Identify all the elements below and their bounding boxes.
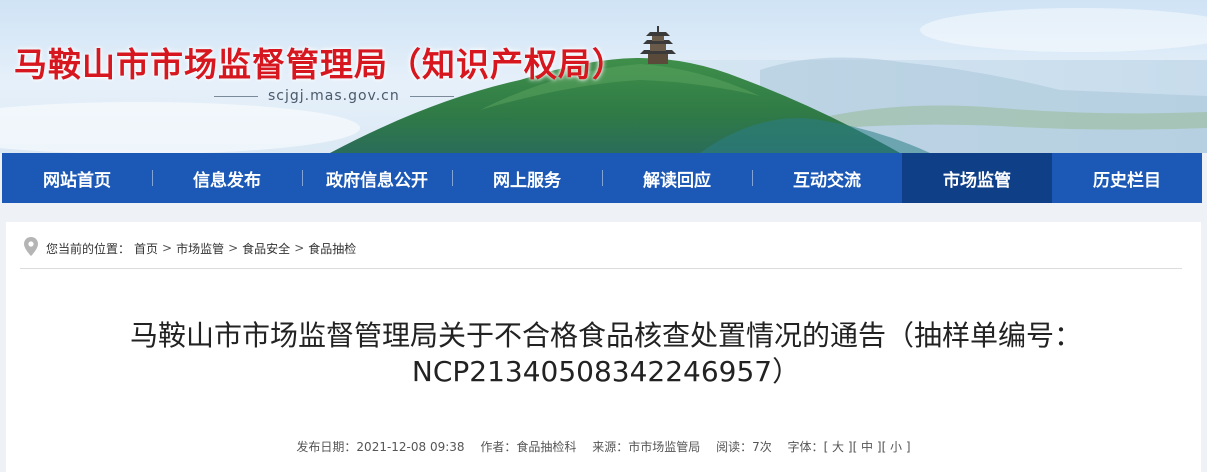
nav-item-market-supervision[interactable]: 市场监管 [902, 153, 1052, 203]
font-size-controls: 字体：[ 大 ][ 中 ][ 小 ] [788, 440, 911, 454]
font-size-large-button[interactable]: [ 大 ] [824, 440, 853, 454]
article-meta: 发布日期：2021-12-08 09:38 作者：食品抽检科 来源：市市场监管局… [6, 438, 1201, 455]
nav-item-history[interactable]: 历史栏目 [1052, 153, 1202, 203]
breadcrumb-separator: > [228, 241, 239, 255]
font-size-small-button[interactable]: [ 小 ] [882, 440, 911, 454]
divider [20, 268, 1182, 269]
nav-item-interpretation[interactable]: 解读回应 [602, 153, 752, 203]
nav-item-online-service[interactable]: 网上服务 [452, 153, 602, 203]
main-nav: 网站首页 信息发布 政府信息公开 网上服务 解读回应 互动交流 市场监管 历史栏… [2, 153, 1202, 203]
article-title-line2: NCP21340508342246957） [411, 355, 801, 388]
breadcrumb: 您当前的位置： 首页 > 市场监管 > 食品安全 > 食品抽检 [24, 236, 356, 260]
divider [214, 95, 258, 97]
nav-item-news[interactable]: 信息发布 [152, 153, 302, 203]
breadcrumb-food-safety[interactable]: 食品安全 [242, 240, 290, 257]
font-size-label: 字体： [787, 440, 824, 454]
breadcrumb-separator: > [294, 241, 305, 255]
nav-item-interaction[interactable]: 互动交流 [752, 153, 902, 203]
site-title: 马鞍山市市场监督管理局（知识产权局） [14, 45, 626, 84]
breadcrumb-separator: > [162, 241, 173, 255]
article-title-line1: 马鞍山市市场监督管理局关于不合格食品核查处置情况的通告（抽样单编号： [129, 319, 1082, 352]
source: 来源：市市场监管局 [592, 440, 701, 454]
header-banner: 马鞍山市市场监督管理局（知识产权局） scjgj.mas.gov.cn [0, 0, 1207, 153]
site-domain: scjgj.mas.gov.cn [268, 88, 400, 104]
site-domain-row: scjgj.mas.gov.cn [214, 88, 454, 104]
nav-item-home[interactable]: 网站首页 [2, 153, 152, 203]
divider [409, 95, 454, 97]
content-panel: 您当前的位置： 首页 > 市场监管 > 食品安全 > 食品抽检 马鞍山市市场监督… [6, 222, 1201, 472]
breadcrumb-home[interactable]: 首页 [134, 240, 158, 257]
article-title: 马鞍山市市场监督管理局关于不合格食品核查处置情况的通告（抽样单编号： NCP21… [46, 318, 1166, 390]
breadcrumb-market-supervision[interactable]: 市场监管 [176, 240, 224, 257]
publish-date: 发布日期：2021-12-08 09:38 [296, 440, 465, 454]
location-pin-icon [24, 236, 38, 260]
font-size-medium-button[interactable]: [ 中 ] [853, 440, 882, 454]
breadcrumb-food-sampling[interactable]: 食品抽检 [308, 240, 356, 257]
view-count: 阅读：7次 [716, 440, 772, 454]
breadcrumb-prefix: 您当前的位置： [46, 241, 131, 256]
nav-item-gov-info[interactable]: 政府信息公开 [302, 153, 452, 203]
author: 作者：食品抽检科 [480, 440, 577, 454]
